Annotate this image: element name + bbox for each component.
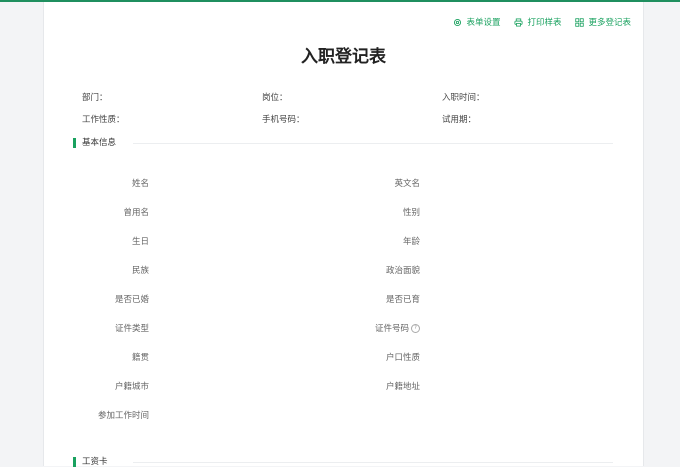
field-household-address: 户籍地址 — [385, 382, 420, 392]
section-title: 基本信息 — [82, 138, 117, 148]
section-basic-info: 基本信息 — [73, 138, 613, 148]
more-forms-label: 更多登记表 — [588, 18, 631, 28]
toolbar: 表单设置 打印样表 更多登记表 — [453, 16, 631, 28]
field-household-city: 户籍城市 — [114, 382, 149, 392]
phone-label: 手机号码： — [262, 115, 305, 125]
form-sheet: 表单设置 打印样表 更多登记表 入职登记表 部门： 岗位： 入职时间： 工作性质… — [43, 2, 644, 467]
print-sample-label: 打印样表 — [527, 18, 562, 28]
field-birthday: 生日 — [131, 237, 149, 247]
probation-label: 试用期： — [442, 115, 477, 125]
field-name: 姓名 — [131, 179, 149, 189]
field-household-type: 户口性质 — [385, 353, 420, 363]
field-ethnicity: 民族 — [131, 266, 149, 276]
grid-icon — [575, 17, 585, 27]
department-label: 部门： — [82, 93, 108, 103]
position-label: 岗位： — [262, 93, 288, 103]
field-work-start-date: 参加工作时间 — [97, 411, 149, 421]
field-married: 是否已婚 — [114, 295, 149, 305]
field-has-children: 是否已育 — [385, 295, 420, 305]
hire-date-label: 入职时间： — [442, 93, 485, 103]
field-id-number: 证件号码 — [374, 324, 409, 334]
field-former-name: 曾用名 — [123, 208, 149, 218]
field-political-status: 政治面貌 — [385, 266, 420, 276]
section-divider — [133, 462, 613, 463]
field-age: 年龄 — [402, 237, 420, 247]
field-id-type: 证件类型 — [114, 324, 149, 334]
print-sample-button[interactable]: 打印样表 — [514, 16, 561, 28]
field-id-number-wrap: 证件号码? — [300, 322, 420, 334]
form-settings-button[interactable]: 表单设置 — [453, 16, 500, 28]
info-icon[interactable]: ? — [411, 324, 420, 333]
gear-icon — [453, 18, 462, 27]
field-native-place: 籍贯 — [131, 353, 149, 363]
printer-icon — [514, 17, 523, 27]
page-title: 入职登记表 — [301, 47, 386, 67]
section-marker — [73, 138, 76, 148]
section-divider — [133, 143, 613, 144]
job-nature-label: 工作性质： — [82, 115, 125, 125]
field-gender: 性别 — [402, 208, 420, 218]
form-settings-label: 表单设置 — [466, 18, 501, 28]
more-forms-button[interactable]: 更多登记表 — [575, 16, 631, 28]
field-english-name: 英文名 — [394, 179, 420, 189]
